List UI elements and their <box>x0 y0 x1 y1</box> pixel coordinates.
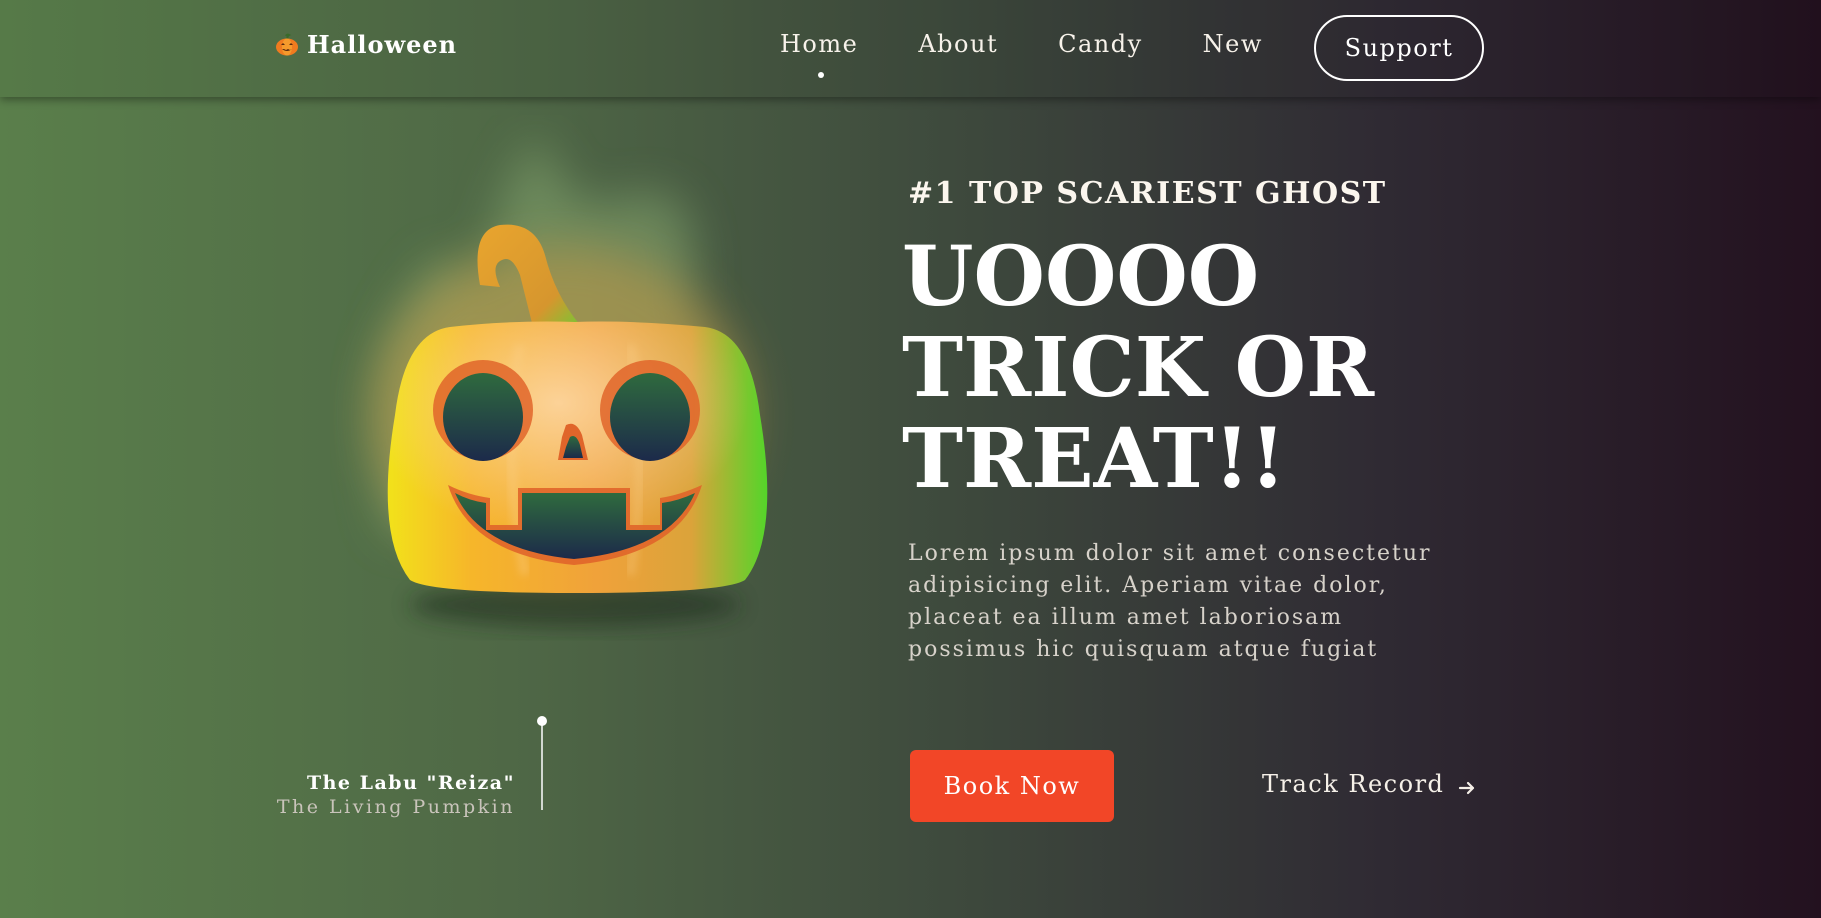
nav-item-new[interactable]: New <box>1203 30 1263 58</box>
nav-item-new-label: New <box>1202 30 1263 58</box>
track-record-label: Track Record <box>1262 770 1445 798</box>
site-header: Halloween Home About Candy New Support <box>0 0 1821 97</box>
hero-eyebrow: #1 TOP SCARIEST GHOST <box>908 176 1387 211</box>
jack-o-lantern-illustration <box>330 115 810 655</box>
pumpkin-icon <box>275 33 299 57</box>
hero-headline: UOOOO TRICK OR TREAT!! <box>902 232 1422 505</box>
nav-item-candy-label: Candy <box>1058 30 1143 58</box>
headline-line-3: TREAT!! <box>902 411 1286 507</box>
arrow-right-icon <box>1458 775 1476 795</box>
nav-item-about[interactable]: About <box>918 30 998 58</box>
nav-item-home-label: Home <box>780 30 859 58</box>
feature-subtitle: The Living Pumpkin <box>276 796 515 818</box>
nav-item-home[interactable]: Home <box>780 30 859 78</box>
nav-item-candy[interactable]: Candy <box>1058 30 1143 58</box>
feature-name: The Labu "Reiza" <box>306 772 515 794</box>
caption-pointer-line <box>537 716 549 810</box>
brand-logo[interactable]: Halloween <box>275 30 457 59</box>
support-button-label: Support <box>1344 34 1454 62</box>
book-now-button[interactable]: Book Now <box>910 750 1114 822</box>
book-now-button-label: Book Now <box>943 772 1081 800</box>
track-record-link[interactable]: Track Record <box>1262 770 1476 798</box>
headline-line-1: UOOOO <box>902 229 1260 325</box>
hero-description: Lorem ipsum dolor sit amet consectetur a… <box>908 541 1432 662</box>
feature-caption: The Labu "Reiza" The Living Pumpkin <box>277 772 515 818</box>
main-nav: Home About Candy New <box>780 30 1263 78</box>
brand-name: Halloween <box>307 30 458 59</box>
active-indicator-dot <box>818 72 825 78</box>
support-button[interactable]: Support <box>1314 15 1484 81</box>
nav-item-about-label: About <box>918 30 999 58</box>
headline-line-2: TRICK OR <box>902 320 1375 416</box>
